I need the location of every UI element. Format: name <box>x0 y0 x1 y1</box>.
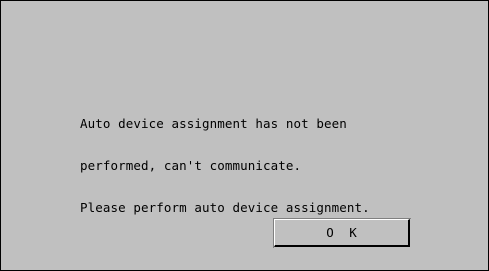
message-line-1: Auto device assignment has not been <box>80 116 347 131</box>
ok-button[interactable]: O K <box>274 219 410 247</box>
message-line-3: Please perform auto device assignment. <box>80 200 370 215</box>
message-line-2: performed, can't communicate. <box>80 158 302 173</box>
dialog-screen: Auto device assignment has not been perf… <box>0 0 489 271</box>
